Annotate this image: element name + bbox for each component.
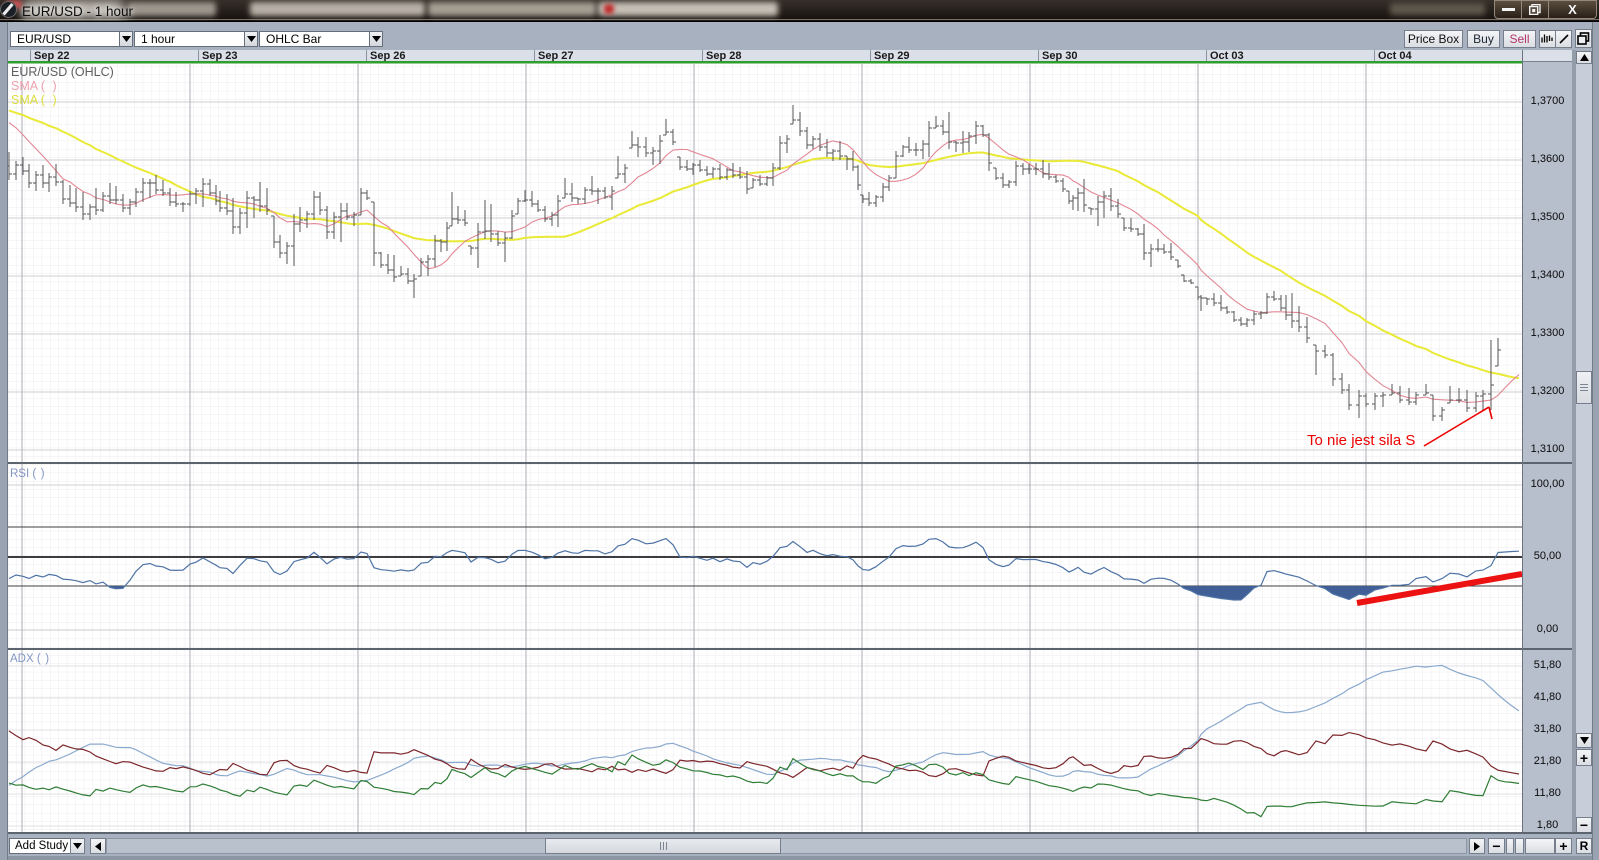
svg-text:EUR/USD (OHLC): EUR/USD (OHLC) (11, 65, 114, 79)
svg-text:SMA ( ): SMA ( ) (11, 79, 57, 93)
svg-text:SMA ( ): SMA ( ) (11, 93, 57, 107)
svg-text:ADX ( ): ADX ( ) (10, 653, 49, 665)
svg-text:To nie jest sila S: To nie jest sila S (1307, 432, 1415, 449)
svg-text:RSI ( ): RSI ( ) (10, 468, 45, 480)
